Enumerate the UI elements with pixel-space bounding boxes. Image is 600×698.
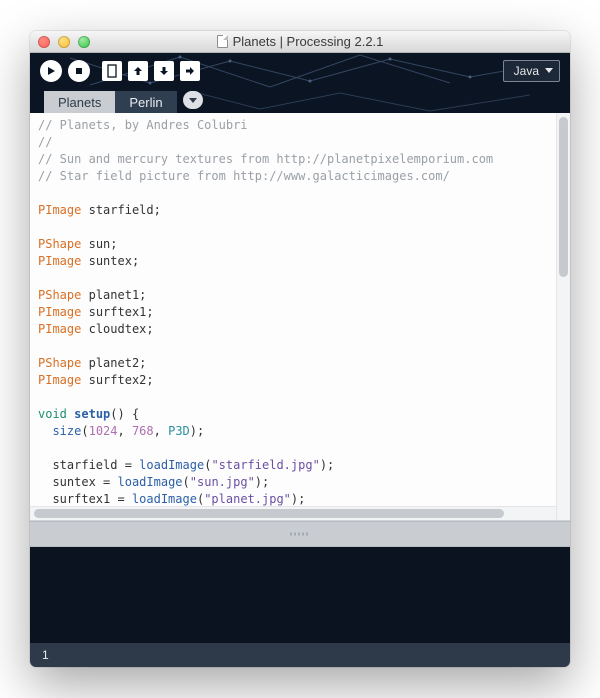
file-icon xyxy=(106,64,118,78)
code-ident: suntex xyxy=(52,475,95,489)
mode-dropdown-label: Java xyxy=(514,64,539,78)
arrow-right-icon xyxy=(184,65,196,77)
scrollbar-thumb[interactable] xyxy=(559,117,568,277)
code-ident: sun xyxy=(89,237,111,251)
code-editor[interactable]: // Planets, by Andres Colubri // // Sun … xyxy=(30,113,556,520)
caret-down-icon xyxy=(545,68,553,73)
code-string: "starfield.jpg" xyxy=(211,458,319,472)
code-ident: surftex1 xyxy=(89,305,147,319)
run-control-group xyxy=(40,60,90,82)
export-button[interactable] xyxy=(180,61,200,81)
document-icon xyxy=(217,35,228,48)
tab-planets[interactable]: Planets xyxy=(44,91,115,113)
code-type: PImage xyxy=(38,254,81,268)
scrollbar-thumb[interactable] xyxy=(34,509,504,518)
code-call: loadImage xyxy=(139,458,204,472)
code-comment: // xyxy=(38,135,52,149)
code-type: PImage xyxy=(38,373,81,387)
code-ident: planet1 xyxy=(89,288,140,302)
code-ident: starfield xyxy=(52,458,117,472)
line-number-indicator: 1 xyxy=(42,648,49,662)
tabs-menu-button[interactable] xyxy=(183,91,203,109)
close-button[interactable] xyxy=(38,36,50,48)
code-ident: cloudtex xyxy=(89,322,147,336)
code-string: "sun.jpg" xyxy=(190,475,255,489)
mode-dropdown[interactable]: Java xyxy=(503,60,560,82)
window-title: Planets | Processing 2.2.1 xyxy=(233,34,384,49)
code-type: PShape xyxy=(38,288,81,302)
vertical-scrollbar[interactable] xyxy=(556,113,570,520)
code-type: PShape xyxy=(38,356,81,370)
code-comment: // Star field picture from http://www.ga… xyxy=(38,169,450,183)
tab-label: Perlin xyxy=(129,95,162,110)
caret-down-icon xyxy=(189,98,197,103)
code-ident: surftex1 xyxy=(52,492,110,506)
code-type: PImage xyxy=(38,322,81,336)
code-call: size xyxy=(52,424,81,438)
minimize-button[interactable] xyxy=(58,36,70,48)
save-button[interactable] xyxy=(154,61,174,81)
code-const: P3D xyxy=(168,424,190,438)
code-type: PShape xyxy=(38,237,81,251)
horizontal-scrollbar[interactable] xyxy=(30,506,556,520)
app-window: Planets | Processing 2.2.1 xyxy=(30,31,570,667)
arrow-up-icon xyxy=(132,65,144,77)
toolbar: Java xyxy=(30,53,570,89)
zoom-button[interactable] xyxy=(78,36,90,48)
code-type: PImage xyxy=(38,305,81,319)
stop-button[interactable] xyxy=(68,60,90,82)
file-control-group xyxy=(102,61,200,81)
code-ident: surftex2 xyxy=(89,373,147,387)
open-button[interactable] xyxy=(128,61,148,81)
code-fn-def: setup xyxy=(74,407,110,421)
code-call: loadImage xyxy=(132,492,197,506)
traffic-lights xyxy=(30,36,90,48)
pane-resize-handle[interactable] xyxy=(30,521,570,547)
console-pane[interactable] xyxy=(30,547,570,643)
status-bar: 1 xyxy=(30,643,570,667)
play-icon xyxy=(46,66,56,76)
code-type: PImage xyxy=(38,203,81,217)
window-title-group: Planets | Processing 2.2.1 xyxy=(30,34,570,49)
code-ident: planet2 xyxy=(89,356,140,370)
arrow-down-icon xyxy=(158,65,170,77)
code-number: 768 xyxy=(132,424,154,438)
stop-icon xyxy=(74,66,84,76)
new-button[interactable] xyxy=(102,61,122,81)
tabbar: Planets Perlin xyxy=(30,89,570,113)
run-button[interactable] xyxy=(40,60,62,82)
tab-perlin[interactable]: Perlin xyxy=(115,91,176,113)
code-number: 1024 xyxy=(89,424,118,438)
code-string: "planet.jpg" xyxy=(204,492,291,506)
code-comment: // Planets, by Andres Colubri xyxy=(38,118,248,132)
tab-label: Planets xyxy=(58,95,101,110)
code-comment: // Sun and mercury textures from http://… xyxy=(38,152,493,166)
code-ident: starfield xyxy=(89,203,154,217)
code-call: loadImage xyxy=(118,475,183,489)
titlebar: Planets | Processing 2.2.1 xyxy=(30,31,570,53)
code-ident: suntex xyxy=(89,254,132,268)
code-keyword: void xyxy=(38,407,67,421)
editor-pane: // Planets, by Andres Colubri // // Sun … xyxy=(30,113,570,521)
